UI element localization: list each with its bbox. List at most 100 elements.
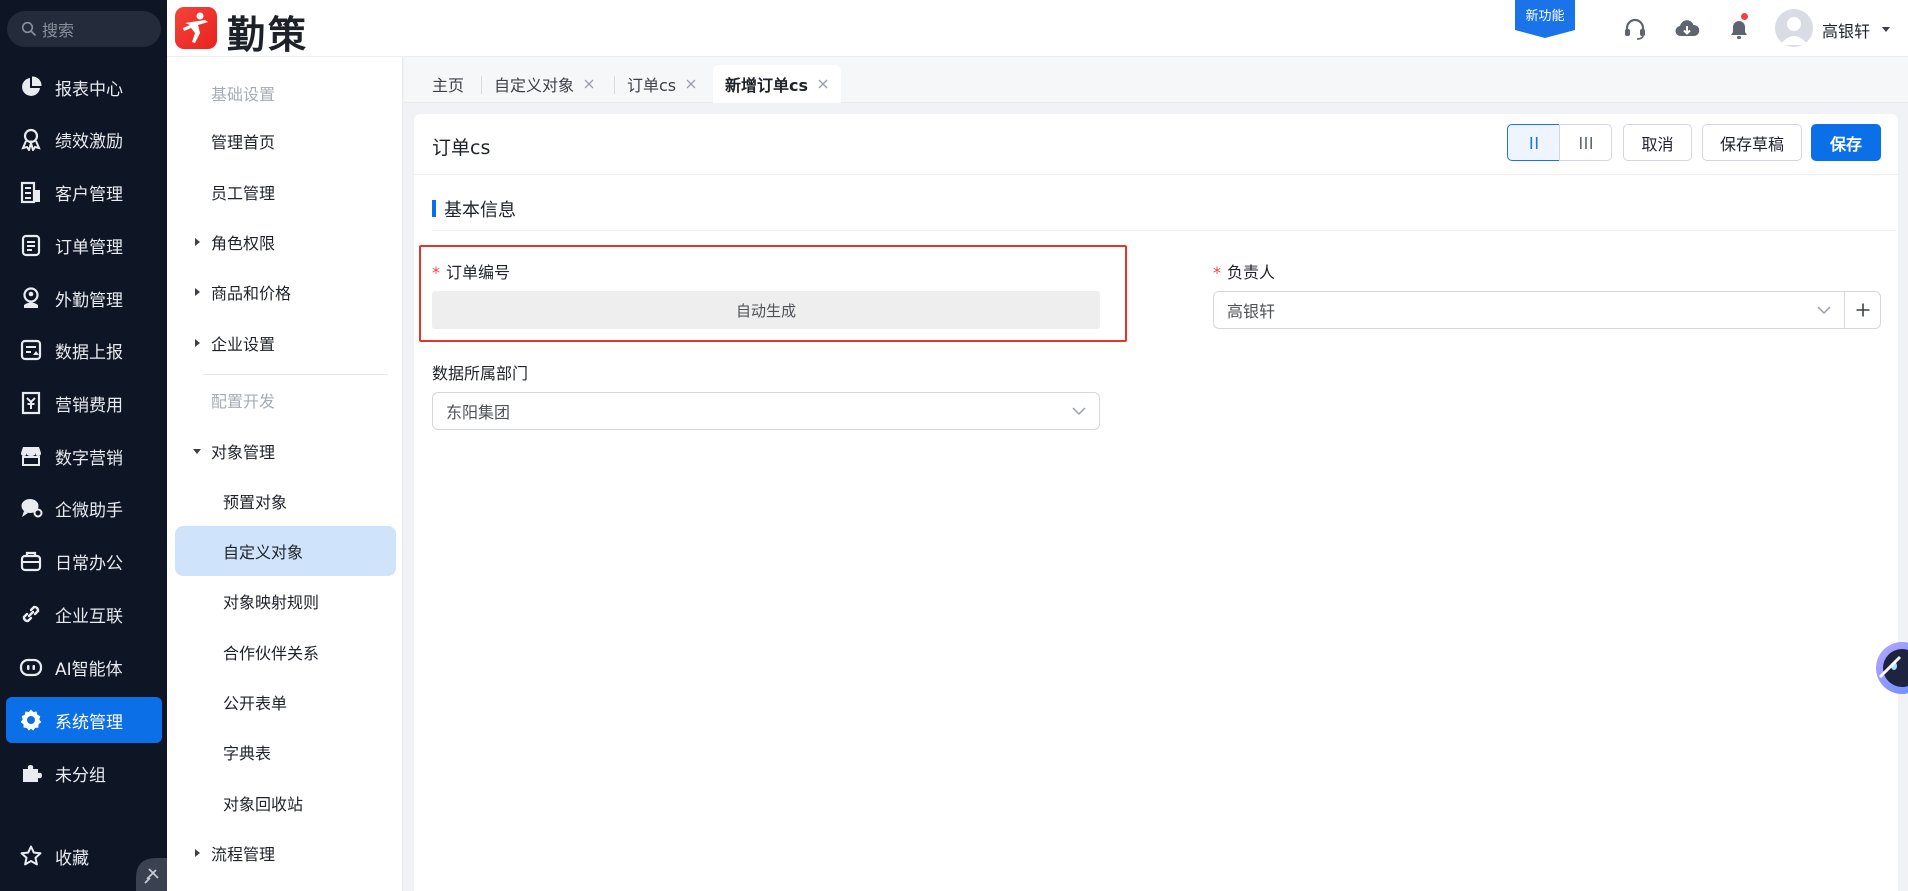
submenu-group-config-dev: 配置开发 — [175, 375, 396, 425]
three-column-layout-button[interactable] — [1559, 124, 1612, 161]
sidebar-item-performance[interactable]: 绩效激励 — [6, 116, 162, 162]
sidebar-item-label: 营销费用 — [55, 395, 123, 416]
caret-right-icon — [195, 339, 200, 347]
user-avatar-icon — [1780, 17, 1808, 45]
sidebar-item-label: 企业互联 — [55, 606, 123, 627]
submenu-item-object-management[interactable]: 对象管理 — [175, 426, 396, 476]
required-mark: * — [1213, 263, 1221, 282]
submenu-item-preset-objects[interactable]: 预置对象 — [175, 476, 396, 526]
building-icon — [20, 181, 40, 204]
tab-home[interactable]: 主页 — [420, 65, 476, 103]
sidebar-item-customers[interactable]: 客户管理 — [6, 169, 162, 215]
caret-right-icon — [195, 849, 200, 857]
sidebar-item-daily-office[interactable]: 日常办公 — [6, 538, 162, 584]
page-tabs: 主页 自定义对象 订单cs 新增订单cs — [404, 57, 1908, 103]
submenu-label: 员工管理 — [211, 184, 276, 203]
two-column-layout-button[interactable] — [1507, 124, 1560, 161]
save-draft-button[interactable]: 保存草稿 — [1702, 124, 1802, 161]
tab-custom-objects[interactable]: 自定义对象 — [482, 65, 607, 103]
submenu-label: 预置对象 — [223, 493, 288, 512]
collapse-pin-icon[interactable] — [136, 858, 167, 891]
sidebar-item-enterprise-connect[interactable]: 企业互联 — [6, 591, 162, 637]
headset-icon[interactable] — [1622, 16, 1648, 42]
caret-down-icon[interactable] — [1881, 24, 1891, 34]
required-mark: * — [432, 263, 440, 282]
expense-icon — [21, 391, 41, 415]
submenu-label: 合作伙伴关系 — [223, 644, 320, 663]
cloud-download-icon[interactable] — [1674, 16, 1700, 42]
user-name[interactable]: 高银轩 — [1822, 18, 1870, 42]
submenu-item-process-management[interactable]: 流程管理 — [175, 828, 396, 878]
sidebar-item-field-work[interactable]: 外勤管理 — [6, 275, 162, 321]
chat-bubble-icon — [21, 499, 43, 518]
owner-value: 高银轩 — [1227, 302, 1276, 321]
sidebar-item-ungrouped[interactable]: 未分组 — [6, 750, 162, 796]
owner-label-text: 负责人 — [1227, 263, 1276, 282]
search-icon — [21, 21, 37, 37]
sidebar-item-system-management[interactable]: 系统管理 — [6, 697, 162, 743]
two-columns-icon — [1530, 136, 1537, 149]
submenu-item-public-forms[interactable]: 公开表单 — [175, 677, 396, 727]
new-feature-badge[interactable]: 新功能 — [1515, 0, 1575, 38]
chevron-down-icon — [1817, 306, 1831, 315]
submenu-item-products-pricing[interactable]: 商品和价格 — [175, 267, 396, 317]
owner-select[interactable]: 高银轩 — [1213, 291, 1845, 329]
sidebar-item-label: 收藏 — [55, 848, 89, 869]
sidebar-item-wecom-assistant[interactable]: 企微助手 — [6, 485, 162, 531]
submenu-group-basic: 基础设置 — [175, 68, 396, 118]
submenu-item-employees[interactable]: 员工管理 — [175, 167, 396, 217]
submenu-item-enterprise-settings[interactable]: 企业设置 — [175, 318, 396, 368]
sidebar-search[interactable]: 搜索 — [7, 11, 161, 47]
submenu-label: 对象回收站 — [223, 795, 304, 814]
main-sidebar: 搜索 报表中心 绩效激励 客户管理 订单管理 外勤管理 数据上报 营销费用 数字… — [0, 0, 167, 891]
submenu-item-roles[interactable]: 角色权限 — [175, 217, 396, 267]
order-number-label: * 订单编号 — [432, 259, 510, 283]
sidebar-item-label: 日常办公 — [55, 553, 123, 574]
briefcase-icon — [20, 551, 42, 572]
submenu-item-admin-home[interactable]: 管理首页 — [175, 116, 396, 166]
puzzle-icon — [23, 765, 42, 782]
close-icon[interactable] — [685, 78, 697, 90]
submenu-label: 管理首页 — [211, 133, 276, 152]
sidebar-item-reports[interactable]: 报表中心 — [6, 64, 162, 110]
sidebar-item-label: 数字营销 — [55, 448, 123, 469]
form-card: 订单cs 取消 保存草稿 保存 基本信息 * 订单编号 自动生成 * 负责人 高银轩… — [414, 114, 1898, 891]
avatar[interactable] — [1775, 9, 1813, 47]
tab-label: 主页 — [432, 76, 465, 95]
sidebar-item-digital-marketing[interactable]: 数字营销 — [6, 433, 162, 479]
sidebar-item-label: 数据上报 — [55, 342, 123, 363]
submenu-label: 公开表单 — [223, 694, 288, 713]
add-owner-button[interactable] — [1844, 291, 1881, 329]
section-title: 基本信息 — [444, 200, 516, 221]
sidebar-item-label: 外勤管理 — [55, 290, 123, 311]
save-button[interactable]: 保存 — [1811, 124, 1881, 161]
sidebar-item-label: 系统管理 — [55, 712, 123, 733]
close-icon[interactable] — [583, 78, 595, 90]
submenu-label: 基础设置 — [211, 85, 276, 104]
cancel-button[interactable]: 取消 — [1623, 124, 1692, 161]
submenu-label: 企业设置 — [211, 335, 276, 354]
submenu-label: 配置开发 — [211, 392, 276, 411]
submenu-item-custom-objects[interactable]: 自定义对象 — [175, 526, 396, 576]
caret-right-icon — [195, 288, 200, 296]
tab-order-cs[interactable]: 订单cs — [615, 65, 709, 103]
close-icon[interactable] — [817, 78, 829, 90]
sidebar-item-data-report[interactable]: 数据上报 — [6, 327, 162, 373]
sidebar-item-marketing-expense[interactable]: 营销费用 — [6, 380, 162, 426]
bell-icon[interactable] — [1726, 16, 1752, 42]
location-person-icon — [23, 287, 39, 308]
submenu-item-object-recycle-bin[interactable]: 对象回收站 — [175, 778, 396, 828]
sidebar-item-orders[interactable]: 订单管理 — [6, 222, 162, 268]
sidebar-item-label: 绩效激励 — [55, 131, 123, 152]
sidebar-item-ai-agent[interactable]: AI智能体 — [6, 644, 162, 690]
link-icon — [22, 605, 40, 623]
page-title: 订单cs — [432, 137, 491, 159]
three-columns-icon — [1579, 136, 1592, 149]
submenu-item-dictionary[interactable]: 字典表 — [175, 727, 396, 777]
department-select[interactable]: 东阳集团 — [432, 392, 1100, 430]
tab-new-order-cs[interactable]: 新增订单cs — [713, 65, 842, 103]
tab-label: 自定义对象 — [494, 76, 575, 95]
submenu-item-object-mapping[interactable]: 对象映射规则 — [175, 576, 396, 626]
assistant-bot-icon[interactable] — [1872, 639, 1908, 697]
submenu-item-partners[interactable]: 合作伙伴关系 — [175, 627, 396, 677]
